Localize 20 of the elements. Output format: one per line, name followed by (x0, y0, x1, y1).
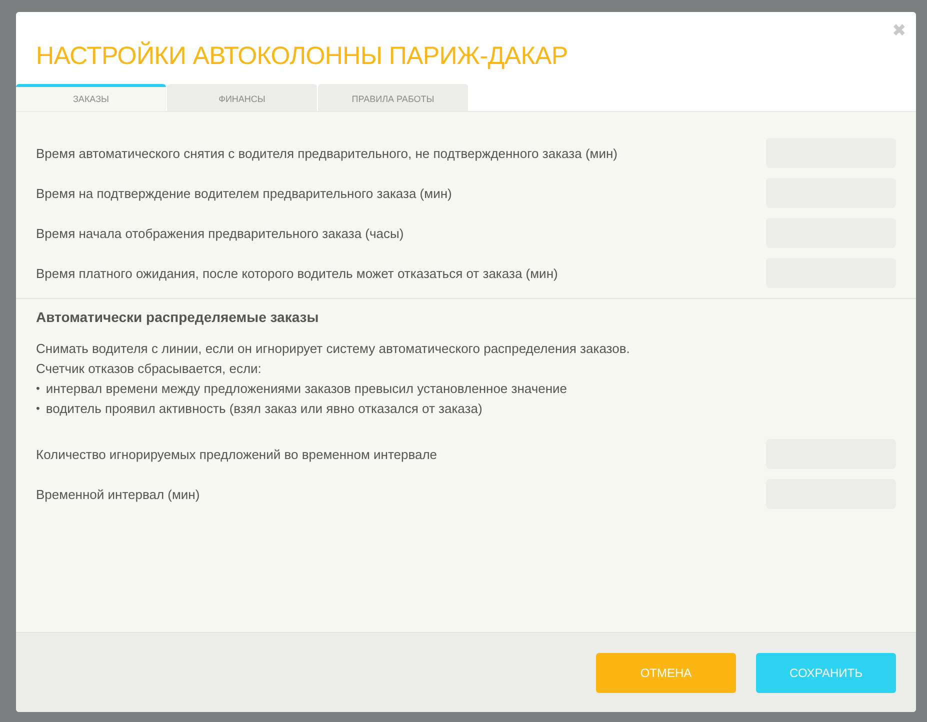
field-label: Время платного ожидания, после которого водитель может отказаться от заказа (мин) (36, 266, 558, 280)
save-button[interactable]: СОХРАНИТЬ (756, 652, 896, 692)
field-label: Временной интервал (мин) (36, 486, 200, 502)
field-label: Количество игнорируемых предложений во временном интервале (36, 446, 438, 462)
field-label: Время на подтверждение водителем предварительного заказа (мин) (36, 186, 452, 200)
tab[interactable]: ЗАКАЗЫ (16, 84, 166, 111)
dialog-title: НАСТРОЙКИ АВТОКОЛОННЫ ПАРИЖ-ДАКАР (36, 41, 569, 71)
field-label: Время начала отображения предварительного заказа (часы) (36, 226, 404, 240)
description-text: Счетчик отказов сбрасывается, если: (36, 360, 262, 378)
tab[interactable]: ФИНАНСЫ (167, 84, 317, 111)
field-label: Время автоматического снятия с водителя предварительного, не подтвержденного заказа (мин) (36, 146, 618, 160)
bullet-icon: • (36, 379, 40, 399)
cancel-button[interactable]: ОТМЕНА (596, 652, 736, 692)
section-title: Автоматически распределяемые заказы (36, 309, 320, 325)
bullet-icon: • (36, 399, 40, 419)
description-text: Снимать водителя с линии, если он игнорирует систему автоматического распределения заказов. (36, 340, 631, 358)
list-item-text: водитель проявил активность (взял заказ или явно отказался от заказа) (46, 400, 482, 418)
close-icon[interactable]: ✖ (892, 20, 906, 41)
tab[interactable]: ПРАВИЛА РАБОТЫ (318, 84, 468, 111)
list-item-text: интервал времени между предложениями заказов превысил установленное значение (46, 380, 568, 398)
